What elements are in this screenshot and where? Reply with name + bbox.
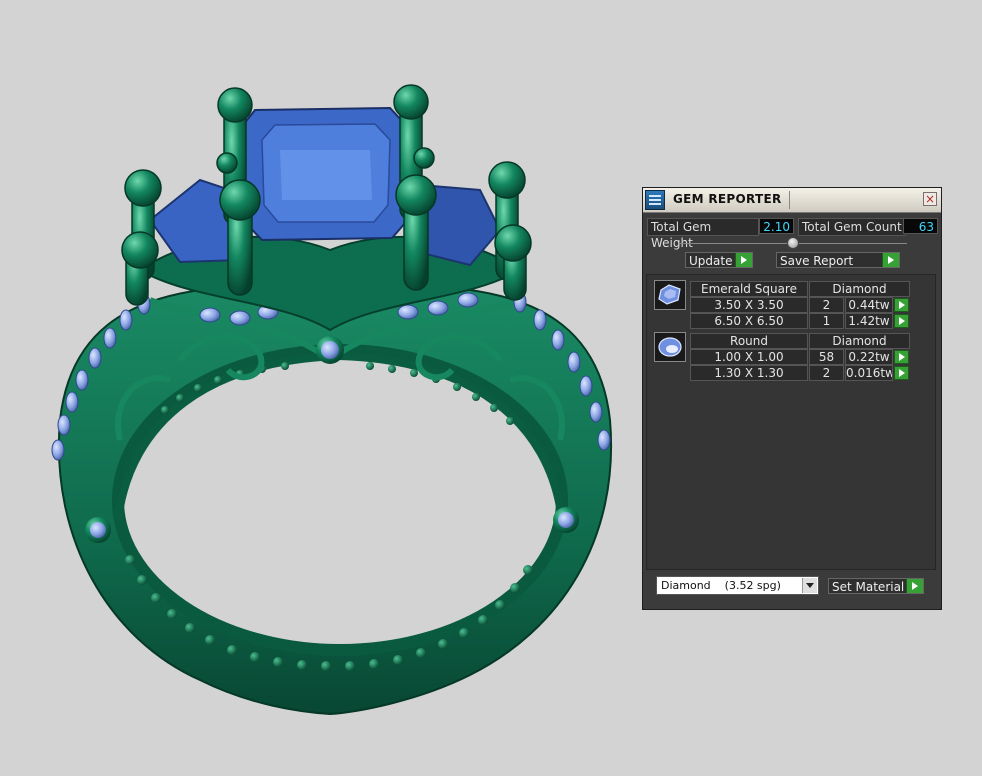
total-gem-weight-value: 2.10	[759, 218, 794, 234]
gem-count: 2	[809, 365, 844, 381]
total-gem-count-label: Total Gem Count	[798, 218, 906, 236]
save-report-button-label: Save Report	[780, 254, 854, 268]
gem-weight: 1.42tw	[845, 313, 893, 329]
play-arrow-icon	[882, 253, 899, 267]
gem-count: 1	[809, 313, 844, 329]
gem-weight: 0.016tw	[845, 365, 893, 381]
select-gems-button[interactable]	[894, 298, 909, 312]
center-stone	[233, 106, 417, 242]
gem-weight: 0.44tw	[845, 297, 893, 313]
gem-shape-label: Round	[690, 333, 808, 349]
gem-count: 2	[809, 297, 844, 313]
gem-count: 58	[809, 349, 844, 365]
set-material-button[interactable]: Set Material	[828, 578, 924, 594]
update-button[interactable]: Update	[685, 252, 753, 268]
ring-model[interactable]	[51, 84, 613, 716]
gem-reporter-app-icon	[645, 190, 665, 210]
panel-title: GEM REPORTER	[673, 192, 782, 206]
gem-shape-label: Emerald Square	[690, 281, 808, 297]
gem-weight: 0.22tw	[845, 349, 893, 365]
round-gem-icon[interactable]	[654, 332, 686, 362]
gem-size: 6.50 X 6.50	[690, 313, 808, 329]
gem-material-label: Diamond	[809, 281, 910, 297]
gem-size: 3.50 X 3.50	[690, 297, 808, 313]
gem-size: 1.30 X 1.30	[690, 365, 808, 381]
gem-size: 1.00 X 1.00	[690, 349, 808, 365]
play-arrow-icon	[906, 579, 923, 593]
total-gem-weight-label: Total Gem Weight	[647, 218, 759, 250]
play-arrow-icon	[735, 253, 752, 267]
select-gems-button[interactable]	[894, 314, 909, 328]
emerald-square-gem-icon[interactable]	[654, 280, 686, 310]
set-material-button-label: Set Material	[832, 580, 905, 594]
gem-reporter-panel: GEM REPORTER × Total Gem Weight 2.10 Tot…	[642, 187, 942, 610]
select-gems-button[interactable]	[894, 350, 909, 364]
update-button-label: Update	[689, 254, 733, 268]
title-bar[interactable]: GEM REPORTER ×	[643, 188, 941, 213]
gem-material-label: Diamond	[809, 333, 910, 349]
select-gems-button[interactable]	[894, 366, 909, 380]
save-report-button[interactable]: Save Report	[776, 252, 900, 268]
total-gem-count-value: 63	[903, 218, 938, 234]
material-dropdown[interactable]: Diamond (3.52 spg)	[656, 576, 819, 595]
close-icon[interactable]: ×	[923, 192, 937, 206]
gem-list: Emerald Square Diamond 3.50 X 3.50 2 0.4…	[646, 274, 936, 570]
title-separator	[789, 191, 790, 209]
material-dropdown-value: Diamond (3.52 spg)	[661, 579, 781, 592]
slider-handle[interactable]	[787, 237, 799, 249]
chevron-down-icon[interactable]	[802, 578, 817, 593]
